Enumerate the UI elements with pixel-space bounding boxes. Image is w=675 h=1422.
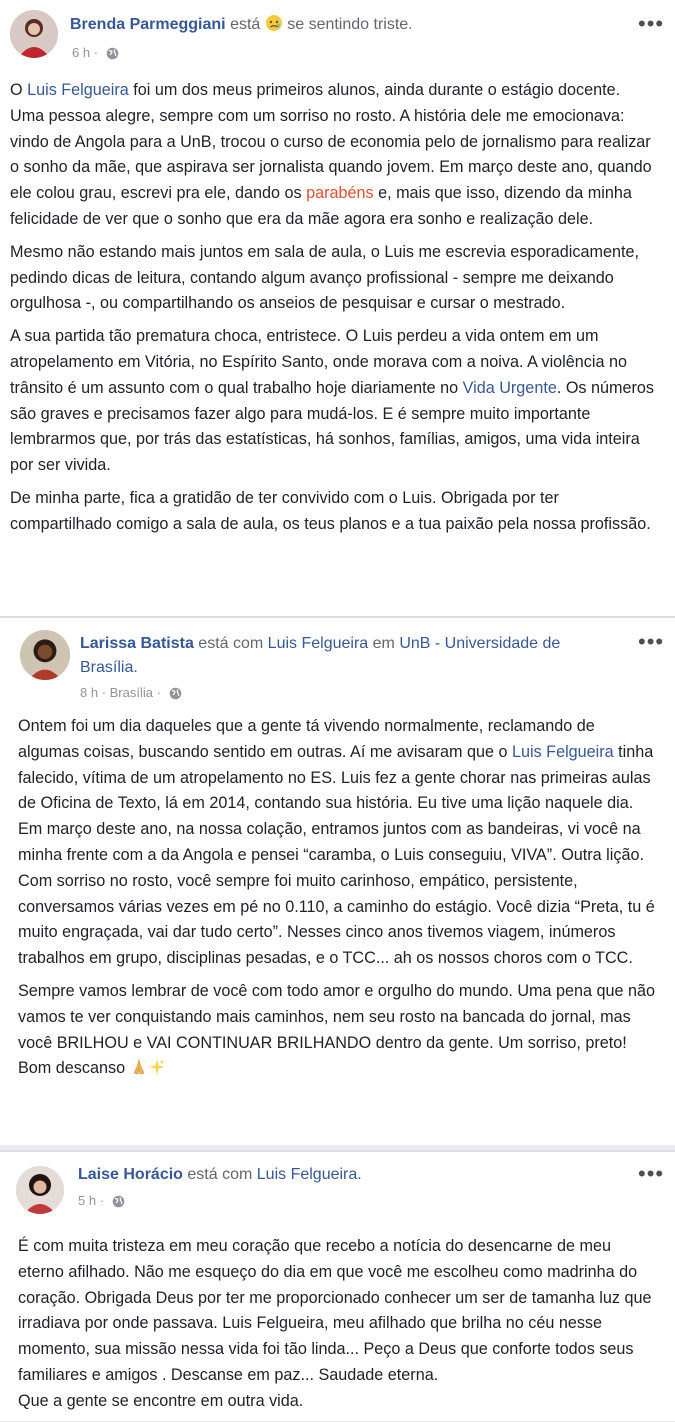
post-brenda: Brenda Parmeggiani está se sentindo tris… xyxy=(0,0,675,616)
post-author-line: Brenda Parmeggiani está se sentindo tris… xyxy=(70,14,413,39)
post-time[interactable]: 8 h xyxy=(80,685,98,700)
post-body: Ontem foi um dia daqueles que a gente tá… xyxy=(18,714,658,1092)
paragraph: É com muita tristeza em meu coração que … xyxy=(18,1237,652,1384)
avatar[interactable] xyxy=(20,630,70,680)
post-header: Laise Horácio está com Luis Felgueira. 5… xyxy=(0,1152,675,1222)
avatar[interactable] xyxy=(16,1166,64,1214)
paragraph: De minha parte, fica a gratidão de ter c… xyxy=(10,488,651,533)
post-meta: 8 h · Brasília · xyxy=(80,684,182,705)
author-name[interactable]: Larissa Batista xyxy=(80,635,194,652)
post-header: Brenda Parmeggiani está se sentindo tris… xyxy=(0,0,675,70)
post-author-line: Laise Horácio está com Luis Felgueira. xyxy=(78,1166,362,1183)
post-meta: 6 h · xyxy=(72,44,119,65)
more-options-icon[interactable]: ••• xyxy=(638,13,664,35)
praying-hands-icon xyxy=(130,1058,148,1085)
author-name[interactable]: Brenda Parmeggiani xyxy=(70,16,226,33)
paragraph: Sempre vamos lembrar de você com todo am… xyxy=(18,979,658,1085)
esta-text: está xyxy=(230,16,261,33)
post-author-line: Larissa Batista está com Luis Felgueira … xyxy=(80,635,561,676)
globe-icon[interactable] xyxy=(106,47,119,65)
paragraph: Ontem foi um dia daqueles que a gente tá… xyxy=(18,717,655,968)
mention-luis-felgueira[interactable]: Luis Felgueira xyxy=(512,743,614,761)
tagged-person[interactable]: Luis Felgueira xyxy=(268,635,369,652)
author-name[interactable]: Laise Horácio xyxy=(78,1166,183,1183)
feeling-text: se sentindo triste. xyxy=(287,16,413,33)
post-larissa: Larissa Batista está com Luis Felgueira … xyxy=(0,616,675,1145)
post-header: Larissa Batista está com Luis Felgueira … xyxy=(0,618,675,700)
paragraph: O Luis Felgueira foi um dos meus primeir… xyxy=(10,81,652,228)
post-body: O Luis Felgueira foi um dos meus primeir… xyxy=(10,78,658,545)
paragraph: A sua partida tão prematura choca, entri… xyxy=(10,327,654,475)
tagged-person[interactable]: Luis Felgueira. xyxy=(257,1166,362,1183)
globe-icon[interactable] xyxy=(112,1195,125,1213)
paragraph: Que a gente se encontre em outra vida. xyxy=(18,1391,304,1410)
post-location[interactable]: Brasília xyxy=(110,685,153,700)
post-time[interactable]: 5 h xyxy=(78,1193,96,1208)
post-meta: 5 h · xyxy=(78,1192,125,1213)
post-body: É com muita tristeza em meu coração que … xyxy=(18,1234,658,1422)
sad-face-icon xyxy=(265,14,283,39)
globe-icon[interactable] xyxy=(169,687,182,705)
more-options-icon[interactable]: ••• xyxy=(638,1163,664,1185)
paragraph: Mesmo não estando mais juntos em sala de… xyxy=(10,242,639,313)
post-laise: Laise Horácio está com Luis Felgueira. 5… xyxy=(0,1150,675,1421)
parabens-highlight: parabéns xyxy=(306,184,374,203)
more-options-icon[interactable]: ••• xyxy=(638,631,664,653)
post-time[interactable]: 6 h xyxy=(72,45,90,60)
sparkles-icon xyxy=(148,1058,166,1085)
mention-luis-felgueira[interactable]: Luis Felgueira xyxy=(27,81,129,99)
link-vida-urgente[interactable]: Vida Urgente xyxy=(463,379,557,397)
avatar[interactable] xyxy=(10,10,58,58)
